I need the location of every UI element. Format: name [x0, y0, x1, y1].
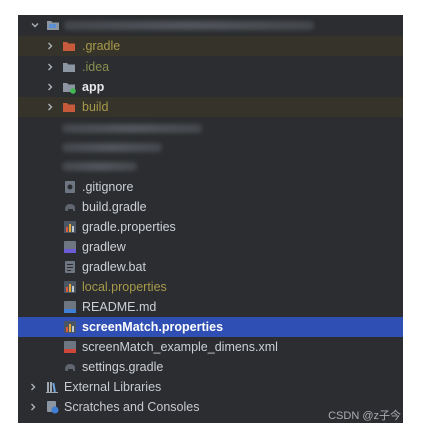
obscured-item: [62, 162, 137, 171]
tree-row-gitignore[interactable]: .gitignore: [18, 177, 403, 197]
scratches-icon: [45, 400, 59, 414]
tree-row-label: .idea: [82, 60, 110, 74]
folder-icon: [46, 18, 60, 32]
tree-row-external-libraries[interactable]: External Libraries: [18, 377, 403, 397]
tree-row-label: Scratches and Consoles: [64, 400, 200, 414]
properties-file-icon: [63, 280, 77, 294]
markdown-file-icon: [63, 300, 77, 314]
tree-row-label: app: [82, 80, 105, 94]
tree-row-label: screenMatch_example_dimens.xml: [82, 340, 278, 354]
gradle-elephant-icon: [63, 200, 77, 214]
tree-row-readme[interactable]: README.md: [18, 297, 403, 317]
tree-row-obscured[interactable]: [18, 156, 403, 176]
gitignore-file-icon: [63, 180, 77, 194]
folder-excluded-icon: [62, 39, 76, 53]
xml-file-icon: [63, 340, 77, 354]
tree-row-label: local.properties: [82, 280, 167, 294]
chevron-right-icon[interactable]: [28, 402, 38, 412]
tree-row-screenmatch-properties[interactable]: screenMatch.properties: [18, 317, 403, 337]
text-file-icon: [63, 260, 77, 274]
folder-icon: [62, 60, 76, 74]
tree-row-obscured[interactable]: [18, 118, 403, 138]
tree-row-label: .gitignore: [82, 180, 134, 194]
obscured-project-name: [64, 21, 314, 30]
tree-row-settings-gradle[interactable]: settings.gradle: [18, 357, 403, 377]
chevron-right-icon[interactable]: [45, 62, 55, 72]
tree-row-idea-folder[interactable]: .idea: [18, 57, 403, 77]
chevron-right-icon[interactable]: [45, 102, 55, 112]
tree-row-build-gradle[interactable]: build.gradle: [18, 197, 403, 217]
tree-row-gradlew[interactable]: gradlew: [18, 237, 403, 257]
obscured-item: [62, 143, 162, 152]
tree-row-gradle-properties[interactable]: gradle.properties: [18, 217, 403, 237]
watermark-text: CSDN @z子今: [328, 410, 401, 422]
tree-row-local-properties[interactable]: local.properties: [18, 277, 403, 297]
chevron-right-icon[interactable]: [45, 41, 55, 51]
shell-script-icon: [63, 240, 77, 254]
tree-row-build-folder[interactable]: build: [18, 97, 403, 117]
libraries-icon: [45, 380, 59, 394]
tree-row-label: build.gradle: [82, 200, 147, 214]
chevron-right-icon[interactable]: [45, 82, 55, 92]
chevron-right-icon[interactable]: [28, 382, 38, 392]
tree-row-label: gradlew.bat: [82, 260, 146, 274]
tree-row-obscured[interactable]: [18, 137, 403, 157]
tree-row-label: gradle.properties: [82, 220, 176, 234]
tree-row-label: gradlew: [82, 240, 126, 254]
obscured-item: [62, 124, 202, 133]
tree-row-label: settings.gradle: [82, 360, 164, 374]
module-folder-icon: [62, 80, 76, 94]
tree-row-label: screenMatch.properties: [82, 320, 224, 334]
properties-file-icon: [63, 320, 77, 334]
tree-row-app-module[interactable]: app: [18, 77, 403, 97]
folder-excluded-icon: [62, 100, 76, 114]
tree-row-label: README.md: [82, 300, 157, 314]
gradle-elephant-icon: [63, 360, 77, 374]
tree-row-gradlew-bat[interactable]: gradlew.bat: [18, 257, 403, 277]
tree-row-label: build: [82, 100, 109, 114]
properties-file-icon: [63, 220, 77, 234]
tree-row-screenmatch-xml[interactable]: screenMatch_example_dimens.xml: [18, 337, 403, 357]
tree-row-gradle-folder[interactable]: .gradle: [18, 36, 403, 56]
tree-row-root[interactable]: [18, 15, 403, 35]
tree-row-label: .gradle: [82, 39, 121, 53]
project-tool-window: .gradle .idea app build .gitignore build…: [18, 15, 403, 423]
chevron-down-icon[interactable]: [30, 20, 40, 30]
tree-row-label: External Libraries: [64, 380, 162, 394]
